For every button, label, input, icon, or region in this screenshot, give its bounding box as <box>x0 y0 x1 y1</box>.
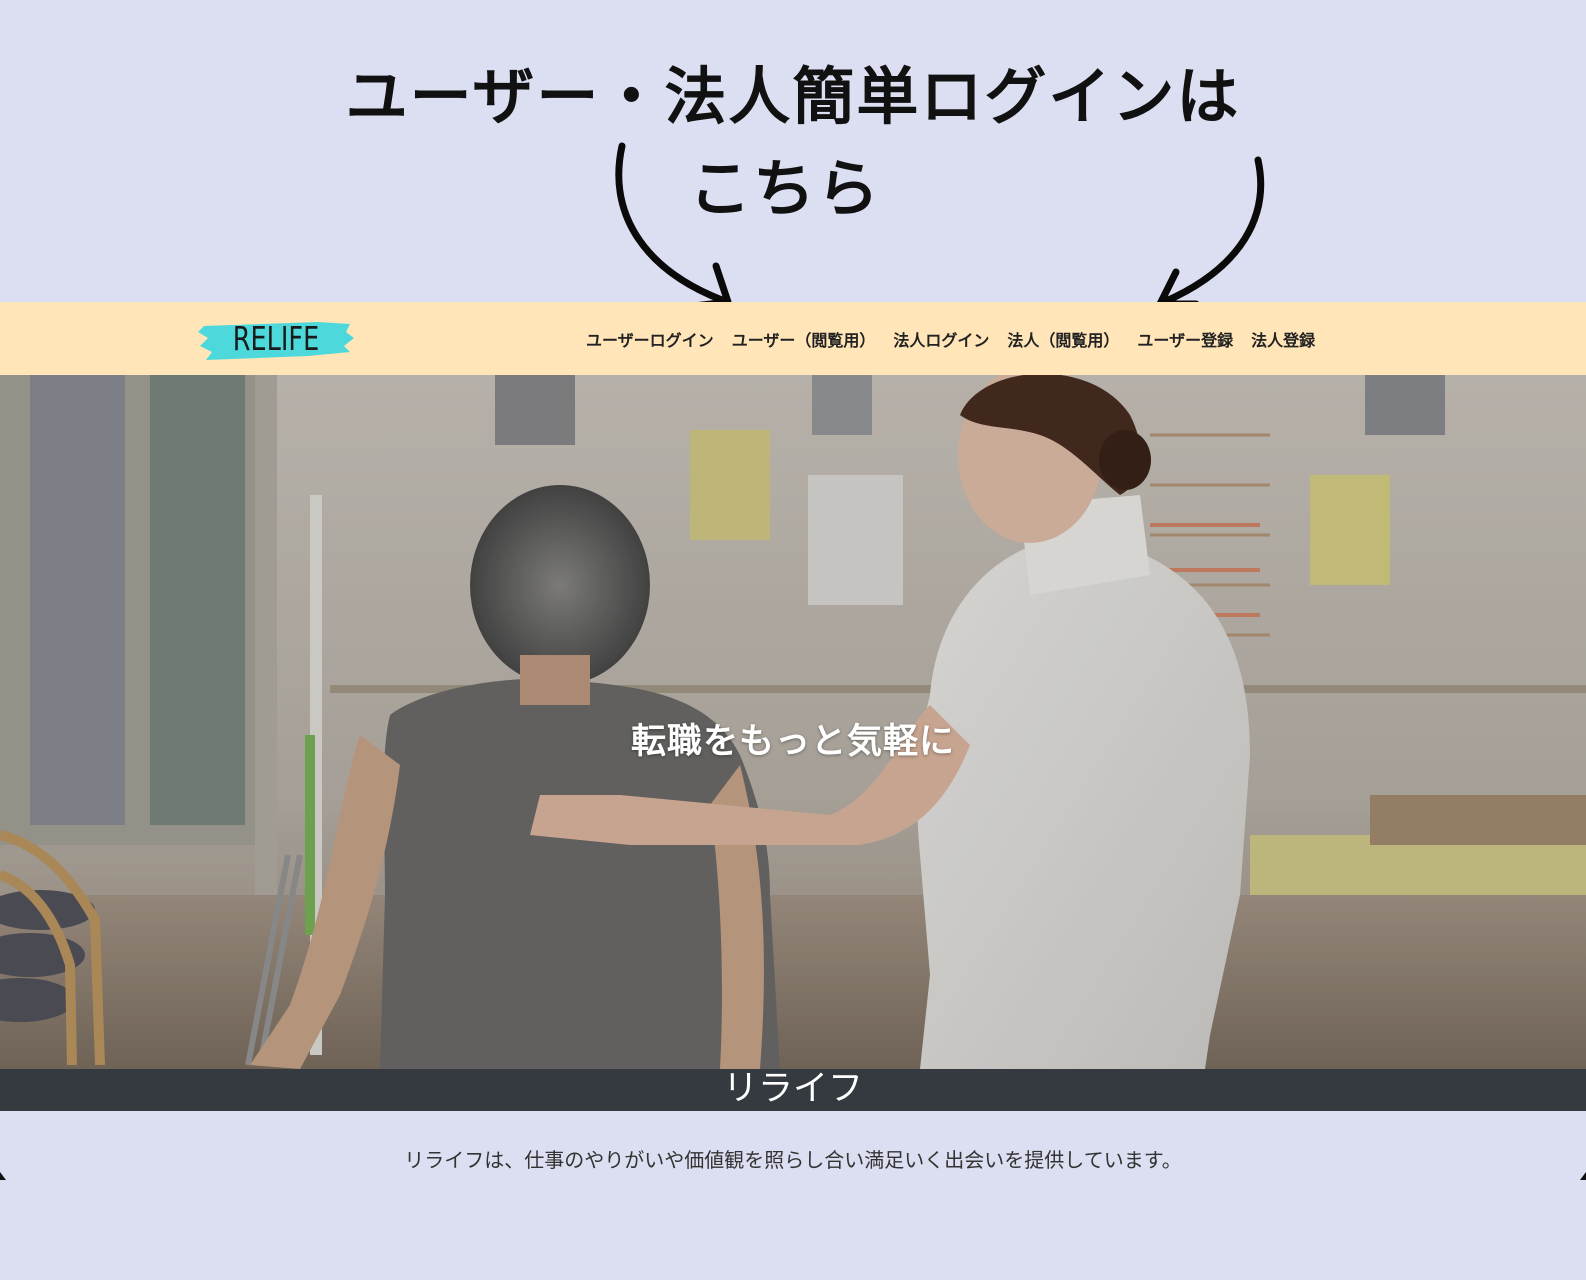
nav-company-guest[interactable]: 法人（閲覧用） <box>1007 327 1119 351</box>
nav-user-register[interactable]: ユーザー登録 <box>1137 327 1233 351</box>
right-edge-mark <box>1580 1172 1586 1180</box>
hero-tagline: 転職をもっと気軽に <box>630 722 955 762</box>
nav-user-login[interactable]: ユーザーログイン <box>586 327 714 351</box>
nav-menu: ユーザーログイン ユーザー（閲覧用） 法人ログイン 法人（閲覧用） ユーザー登録… <box>586 302 1315 375</box>
site-name-band: リライフ <box>0 1069 1586 1111</box>
hero-section: 転職をもっと気軽に <box>0 375 1586 1069</box>
site-logo[interactable]: RELIFE <box>198 316 356 360</box>
promo-heading-line1: ユーザー・法人簡単ログインは <box>345 60 1241 133</box>
nav-company-login[interactable]: 法人ログイン <box>893 327 989 351</box>
left-edge-mark <box>0 1172 6 1180</box>
nav-company-register[interactable]: 法人登録 <box>1251 327 1315 351</box>
promo-heading-line2: こちら <box>688 152 881 225</box>
site-description: リライフは、仕事のやりがいや価値観を照らし合い満足いく出会いを提供しています。 <box>404 1148 1182 1172</box>
nav-user-guest[interactable]: ユーザー（閲覧用） <box>732 327 876 351</box>
logo-text: RELIFE <box>232 319 320 358</box>
site-navbar: RELIFE ユーザーログイン ユーザー（閲覧用） 法人ログイン 法人（閲覧用）… <box>0 302 1586 375</box>
site-name: リライフ <box>722 1069 863 1109</box>
